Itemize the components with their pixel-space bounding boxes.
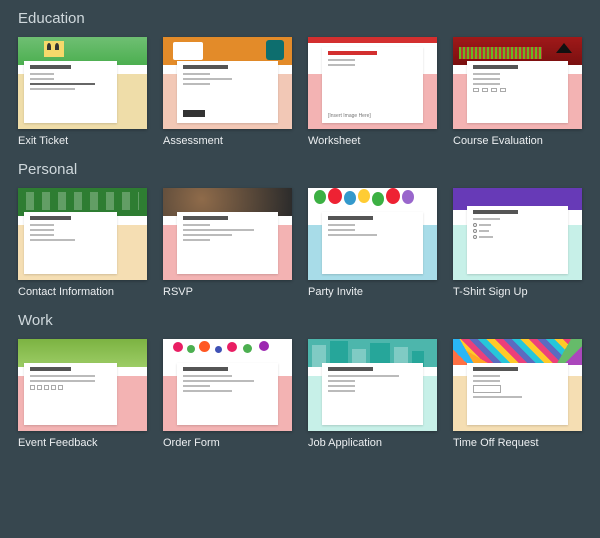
template-card-event-feedback[interactable]: Event Feedback [18,339,147,449]
template-card-order-form[interactable]: Order Form [163,339,292,449]
template-thumbnail [453,339,582,431]
template-label: Job Application [308,437,437,449]
template-label: Event Feedback [18,437,147,449]
template-card-tshirt-signup[interactable]: T-Shirt Sign Up [453,188,582,298]
template-card-exit-ticket[interactable]: Exit Ticket [18,37,147,147]
template-card-assessment[interactable]: Assessment [163,37,292,147]
section-title: Education [18,10,582,27]
template-card-course-evaluation[interactable]: Course Evaluation [453,37,582,147]
template-thumbnail: [Insert Image Here] [308,37,437,129]
template-thumbnail [18,339,147,431]
section-education: Education Exit Ticket [18,10,582,147]
template-label: T-Shirt Sign Up [453,286,582,298]
section-title: Work [18,312,582,329]
template-thumbnail [453,188,582,280]
template-card-party-invite[interactable]: Party Invite [308,188,437,298]
template-thumbnail [308,188,437,280]
template-card-worksheet[interactable]: [Insert Image Here] Worksheet [308,37,437,147]
template-card-time-off-request[interactable]: Time Off Request [453,339,582,449]
template-grid: Event Feedback [18,339,582,449]
template-grid: Contact Information RSVP [18,188,582,298]
section-work: Work Event Feed [18,312,582,449]
template-label: Assessment [163,135,292,147]
template-thumbnail [453,37,582,129]
template-label: Order Form [163,437,292,449]
template-label: Party Invite [308,286,437,298]
template-card-rsvp[interactable]: RSVP [163,188,292,298]
template-thumbnail [308,339,437,431]
template-label: Contact Information [18,286,147,298]
template-thumbnail [163,37,292,129]
template-thumbnail [163,339,292,431]
template-card-job-application[interactable]: Job Application [308,339,437,449]
section-title: Personal [18,161,582,178]
template-thumbnail [18,37,147,129]
template-label: Exit Ticket [18,135,147,147]
template-label: RSVP [163,286,292,298]
template-thumbnail [18,188,147,280]
template-card-contact-information[interactable]: Contact Information [18,188,147,298]
template-grid: Exit Ticket Assessment [18,37,582,147]
template-thumbnail [163,188,292,280]
section-personal: Personal Contact Information [18,161,582,298]
template-label: Worksheet [308,135,437,147]
template-label: Course Evaluation [453,135,582,147]
template-label: Time Off Request [453,437,582,449]
